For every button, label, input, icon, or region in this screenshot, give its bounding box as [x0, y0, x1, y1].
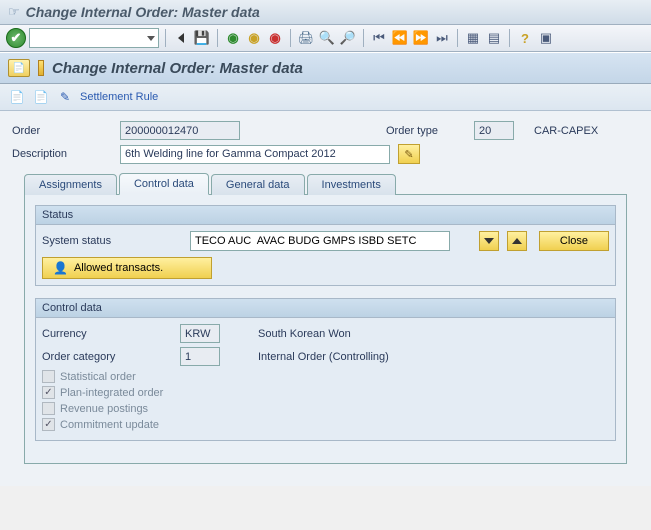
enter-button[interactable]: ✔: [6, 28, 26, 48]
help-icon[interactable]: ?: [516, 29, 534, 47]
window-title-bar: ☞ Change Internal Order: Master data: [0, 0, 651, 25]
order-label: Order: [12, 125, 112, 137]
find-icon[interactable]: 🔍: [318, 29, 336, 47]
order-type-field[interactable]: [474, 121, 514, 140]
order-field[interactable]: [120, 121, 240, 140]
first-page-icon[interactable]: ⏮: [370, 29, 388, 47]
back-icon[interactable]: [172, 29, 190, 47]
statistical-order-checkbox: [42, 370, 55, 383]
order-category-text: Internal Order (Controlling): [258, 351, 389, 363]
close-button[interactable]: Close: [539, 231, 609, 251]
shortcut-icon[interactable]: ▤: [485, 29, 503, 47]
print-icon[interactable]: 🖨: [297, 29, 315, 47]
edit-icon[interactable]: ✎: [56, 88, 74, 106]
close-button-label: Close: [560, 235, 588, 247]
doc1-icon[interactable]: 📄: [8, 88, 26, 106]
separator: [165, 29, 166, 47]
order-category-field[interactable]: [180, 347, 220, 366]
tab-investments[interactable]: Investments: [307, 174, 396, 195]
person-icon: 👤: [53, 261, 68, 275]
system-status-label: System status: [42, 235, 182, 247]
command-field[interactable]: [29, 28, 159, 48]
next-page-icon[interactable]: ⏩: [412, 29, 430, 47]
long-text-button[interactable]: ✎: [398, 144, 420, 164]
separator: [290, 29, 291, 47]
commitment-update-checkbox: [42, 418, 55, 431]
order-type-label: Order type: [386, 125, 466, 137]
exit-icon[interactable]: ◉: [245, 29, 263, 47]
layout-icon[interactable]: ▣: [537, 29, 555, 47]
plan-integrated-label: Plan-integrated order: [60, 387, 163, 399]
order-category-label: Order category: [42, 351, 172, 363]
plan-integrated-checkbox: [42, 386, 55, 399]
window-menu-icon[interactable]: ☞: [8, 4, 20, 20]
cancel-icon[interactable]: ◉: [266, 29, 284, 47]
currency-text: South Korean Won: [258, 328, 351, 340]
order-object-icon[interactable]: 📄: [8, 59, 30, 77]
status-group: Status System status Close 👤 Allowed tra…: [35, 205, 616, 286]
nav-back-icon[interactable]: ◉: [224, 29, 242, 47]
separator: [457, 29, 458, 47]
divider-icon: [38, 60, 44, 76]
statistical-order-label: Statistical order: [60, 371, 136, 383]
tab-body: Status System status Close 👤 Allowed tra…: [24, 194, 627, 464]
dropdown-icon: [147, 36, 155, 41]
tab-strip: Assignments Control data General data In…: [12, 172, 639, 194]
new-session-icon[interactable]: ▦: [464, 29, 482, 47]
page-header: 📄 Change Internal Order: Master data: [0, 52, 651, 84]
description-label: Description: [12, 148, 112, 160]
save-icon[interactable]: 💾: [193, 29, 211, 47]
control-data-group-title: Control data: [36, 299, 615, 318]
separator: [217, 29, 218, 47]
status-group-title: Status: [36, 206, 615, 225]
settlement-rule-link[interactable]: Settlement Rule: [80, 91, 158, 103]
doc2-icon[interactable]: 📄: [32, 88, 50, 106]
prev-page-icon[interactable]: ⏪: [391, 29, 409, 47]
allowed-transactions-button[interactable]: 👤 Allowed transacts.: [42, 257, 212, 279]
currency-label: Currency: [42, 328, 172, 340]
find-next-icon[interactable]: 🔎: [339, 29, 357, 47]
allowed-transactions-label: Allowed transacts.: [74, 262, 163, 274]
separator: [363, 29, 364, 47]
tab-assignments[interactable]: Assignments: [24, 174, 117, 195]
system-status-field[interactable]: [190, 231, 450, 251]
revenue-postings-checkbox: [42, 402, 55, 415]
main-toolbar: ✔ 💾 ◉ ◉ ◉ 🖨 🔍 🔎 ⏮ ⏪ ⏩ ⏭ ▦ ▤ ? ▣: [0, 25, 651, 52]
page-title: Change Internal Order: Master data: [52, 60, 303, 77]
sub-toolbar: 📄 📄 ✎ Settlement Rule: [0, 84, 651, 111]
commitment-update-label: Commitment update: [60, 419, 159, 431]
form-area: Order Order type CAR-CAPEX Description ✎…: [0, 111, 651, 486]
tab-general-data[interactable]: General data: [211, 174, 305, 195]
tab-control-data[interactable]: Control data: [119, 173, 209, 195]
last-page-icon[interactable]: ⏭: [433, 29, 451, 47]
separator: [509, 29, 510, 47]
currency-field[interactable]: [180, 324, 220, 343]
order-type-text: CAR-CAPEX: [534, 125, 598, 137]
status-down-button[interactable]: [479, 231, 499, 251]
window-title: Change Internal Order: Master data: [26, 4, 260, 20]
revenue-postings-label: Revenue postings: [60, 403, 148, 415]
control-data-group: Control data Currency South Korean Won O…: [35, 298, 616, 441]
status-up-button[interactable]: [507, 231, 527, 251]
description-field[interactable]: [120, 145, 390, 164]
